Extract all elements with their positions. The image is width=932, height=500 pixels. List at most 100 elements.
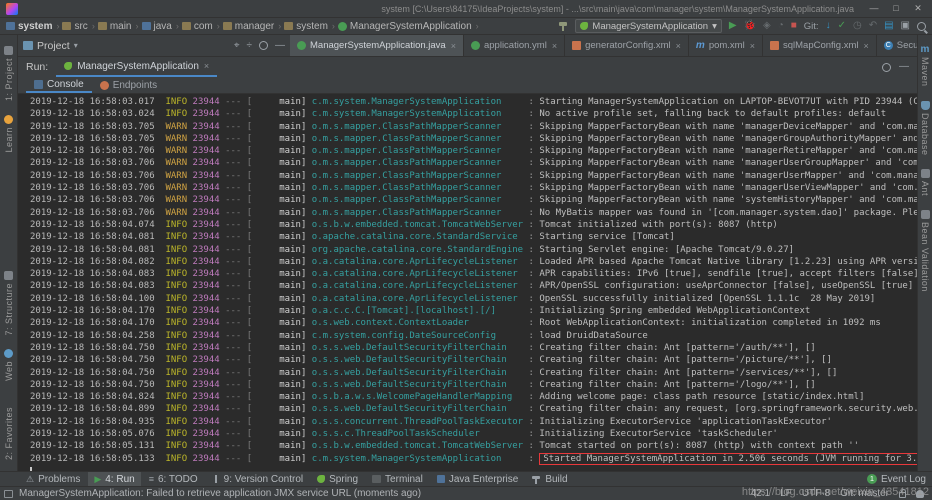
toolwindow-stripe-button[interactable]: Learn xyxy=(4,115,14,153)
coverage-button[interactable]: ◈ xyxy=(763,21,771,31)
git-commit-icon[interactable]: ✓ xyxy=(838,21,846,31)
close-button[interactable]: ✕ xyxy=(908,3,928,14)
tab-close-icon[interactable]: × xyxy=(451,41,456,51)
line-ending-indicator[interactable]: LF xyxy=(780,488,792,499)
breadcrumb-item[interactable]: ManagerSystemApplication › xyxy=(338,21,480,32)
toolwindow-stripe-button[interactable]: Bean Validation xyxy=(920,210,930,292)
git-update-icon[interactable]: ↓ xyxy=(826,21,831,31)
spring-icon xyxy=(580,22,588,30)
gear-icon[interactable] xyxy=(882,63,891,72)
breadcrumb-item[interactable]: system › xyxy=(284,21,336,32)
breadcrumb-item[interactable]: main › xyxy=(98,21,140,32)
toolwindow-icon xyxy=(437,475,445,483)
lock-icon[interactable] xyxy=(899,492,906,498)
encoding-indicator[interactable]: UTF-8 xyxy=(802,488,830,499)
git-branch-indicator[interactable]: Git: master xyxy=(840,488,889,499)
toolwindow-icon xyxy=(212,475,220,483)
console-output[interactable]: 2019-12-18 16:58:03.017 INFO 23944 --- [… xyxy=(18,94,917,471)
toolwindow-stripe-button[interactable]: 1: Project xyxy=(4,46,14,101)
project-panel-title[interactable]: Project xyxy=(37,40,70,52)
project-panel-header: Project ▾ ⌖ ÷ — xyxy=(18,35,290,56)
bottom-toolwindow-button[interactable]: 9: Version Control xyxy=(206,472,310,486)
tab-close-icon[interactable]: × xyxy=(676,41,681,51)
log-line: 2019-12-18 16:58:05.076 INFO 23944 --- [… xyxy=(30,428,917,440)
bottom-toolwindow-button[interactable]: Terminal xyxy=(366,472,429,486)
gear-icon[interactable] xyxy=(259,41,268,50)
stop-button[interactable]: ■ xyxy=(791,21,797,31)
maximize-button[interactable]: □ xyxy=(886,3,906,14)
toolwindow-icon xyxy=(372,475,381,483)
hide-panel-icon[interactable]: — xyxy=(275,41,285,51)
editor-tab[interactable]: sqlMapConfig.xml × xyxy=(763,35,877,56)
editor-tab[interactable]: C SecurityConfig.java × xyxy=(877,35,917,56)
log-line: 2019-12-18 16:58:03.024 INFO 23944 --- [… xyxy=(30,108,917,120)
run-subtab[interactable]: Console xyxy=(26,77,92,93)
locate-file-icon[interactable]: ⌖ xyxy=(234,41,240,51)
breadcrumb-item[interactable]: com › xyxy=(182,21,221,32)
breadcrumb-item[interactable]: src › xyxy=(62,21,95,32)
toolwindow-icon: m xyxy=(921,45,930,54)
run-subtab[interactable]: Endpoints xyxy=(92,77,165,93)
log-line: 2019-12-18 16:58:04.170 INFO 23944 --- [… xyxy=(30,305,917,317)
toolwindow-stripe-button[interactable]: Web xyxy=(4,349,14,381)
status-bar: ManagerSystemApplication: Failed to retr… xyxy=(0,486,932,500)
event-log-button[interactable]: 1 Event Log xyxy=(867,474,926,485)
rollback-icon[interactable]: ↶ xyxy=(869,21,877,31)
log-line: 2019-12-18 16:58:03.706 WARN 23944 --- [… xyxy=(30,194,917,206)
log-line: 2019-12-18 16:58:03.706 WARN 23944 --- [… xyxy=(30,182,917,194)
log-line: 2019-12-18 16:58:03.705 WARN 23944 --- [… xyxy=(30,121,917,133)
profiler-button[interactable]: ◔ xyxy=(778,21,784,31)
toolwindow-icon xyxy=(921,169,930,178)
toolwindow-stripe-button[interactable]: 2: Favorites xyxy=(4,395,14,460)
editor-tab[interactable]: ManagerSystemApplication.java × xyxy=(290,35,464,56)
run-config-tab[interactable]: ManagerSystemApplication × xyxy=(56,57,217,77)
log-line: 2019-12-18 16:58:04.100 INFO 23944 --- [… xyxy=(30,293,917,305)
breadcrumb-icon xyxy=(182,22,191,30)
history-icon[interactable]: ◷ xyxy=(853,21,862,31)
minimize-button[interactable]: — xyxy=(864,3,884,14)
build-icon[interactable] xyxy=(558,21,568,31)
breadcrumb-icon xyxy=(338,22,347,31)
toolwindow-stripe-button[interactable]: 7: Structure xyxy=(4,271,14,336)
debug-button[interactable]: 🐞 xyxy=(744,21,756,31)
log-line: 2019-12-18 16:58:04.258 INFO 23944 --- [… xyxy=(30,330,917,342)
run-button[interactable]: ▶ xyxy=(729,21,737,31)
tab-close-icon[interactable]: × xyxy=(552,41,557,51)
run-configuration-select[interactable]: ManagerSystemApplication ▾ xyxy=(575,19,721,33)
run-panel-subtabs: Console Endpoints xyxy=(18,77,917,94)
search-everywhere-icon[interactable] xyxy=(917,22,926,31)
breadcrumb-item[interactable]: java › xyxy=(142,21,180,32)
breadcrumb-item[interactable]: manager › xyxy=(223,21,282,32)
toolwindow-stripe-button[interactable]: Ant xyxy=(920,169,930,196)
log-line: 2019-12-18 16:58:04.899 INFO 23944 --- [… xyxy=(30,403,917,415)
toolwindow-stripe-button[interactable]: m Maven xyxy=(920,45,930,87)
changes-icon[interactable]: ▤ xyxy=(884,21,893,31)
collapse-all-icon[interactable]: ÷ xyxy=(247,41,253,51)
spring-icon xyxy=(64,62,72,70)
notification-bell-icon[interactable] xyxy=(916,490,924,498)
restore-layout-icon[interactable]: ▣ xyxy=(901,21,910,31)
editor-tab[interactable]: m pom.xml × xyxy=(689,35,763,56)
project-icon xyxy=(23,41,33,50)
bottom-toolwindow-button[interactable]: ▶ 4: Run xyxy=(88,472,140,486)
toolwindow-switcher-icon[interactable] xyxy=(4,490,13,498)
toolwindow-stripe-button[interactable]: Database xyxy=(920,101,930,156)
editor-tab[interactable]: generatorConfig.xml × xyxy=(565,35,689,56)
bottom-toolwindow-button[interactable]: ⚠ Problems xyxy=(20,472,86,486)
toolwindow-icon xyxy=(4,395,13,404)
bottom-toolwindow-button[interactable]: ≡ 6: TODO xyxy=(143,472,204,486)
bottom-toolwindow-button[interactable]: Java Enterprise xyxy=(431,472,524,486)
log-line: 2019-12-18 16:58:04.824 INFO 23944 --- [… xyxy=(30,391,917,403)
breadcrumb-icon xyxy=(98,22,107,30)
breadcrumb-item[interactable]: system › xyxy=(6,21,60,32)
hide-panel-icon[interactable]: — xyxy=(899,62,909,72)
file-type-icon: C xyxy=(884,41,893,50)
tab-close-icon[interactable]: × xyxy=(863,41,868,51)
bottom-toolwindow-button[interactable]: Build xyxy=(526,472,573,486)
tab-close-icon[interactable]: × xyxy=(204,61,209,71)
caret-position[interactable]: 42:1 xyxy=(751,488,770,499)
file-type-icon xyxy=(297,41,306,50)
bottom-toolwindow-button[interactable]: Spring xyxy=(311,472,364,486)
editor-tab[interactable]: application.yml × xyxy=(464,35,565,56)
tab-close-icon[interactable]: × xyxy=(750,41,755,51)
